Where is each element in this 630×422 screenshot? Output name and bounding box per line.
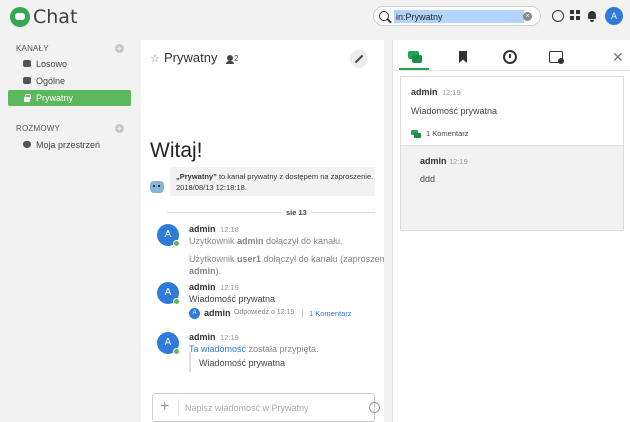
sidebar-item-losowo[interactable]: Losowo <box>8 56 131 72</box>
room-intro-message: „Prywatny” to kanał prywatny z dostępem … <box>170 167 375 196</box>
thread-comments-link[interactable]: 1 Komentarz <box>309 309 352 318</box>
thread-username[interactable]: admin <box>411 87 438 97</box>
thread-avatar: A <box>189 308 200 319</box>
chat-main: ☆ Prywatny 2 Witaj! „Prywatny” to kanał … <box>141 40 384 422</box>
add-conversation-icon[interactable]: + <box>115 124 124 133</box>
room-title: Prywatny <box>164 50 218 65</box>
notifications-bell-icon[interactable] <box>586 10 598 22</box>
intro-text: to kanał prywatny z dostępem na zaprosze… <box>218 172 375 181</box>
sys-username: admin <box>237 236 264 246</box>
bot-avatar-icon <box>150 181 164 193</box>
message-username[interactable]: admin <box>189 224 216 234</box>
sys-username: user1 <box>237 254 262 264</box>
day-divider-label: sie 13 <box>282 208 311 217</box>
room-settings-wrench-icon[interactable] <box>350 50 368 68</box>
sidebar-item-label: Moja przestrzeń <box>36 140 101 150</box>
app-title: Chat <box>33 6 78 28</box>
sys-text: ). <box>215 266 222 276</box>
emoji-icon[interactable] <box>369 402 380 413</box>
system-message: Użytkownik user1 dołączył do kanału (zap… <box>189 253 384 277</box>
thread-card: admin 12:19 Wiadomość prywatna 1 Komenta… <box>400 76 624 231</box>
search-input[interactable] <box>394 10 524 23</box>
intro-date: 2018/08/13 12:18:18. <box>176 183 247 192</box>
tab-bookmark-icon[interactable] <box>456 50 470 64</box>
intro-room-name: „Prywatny” <box>176 172 217 181</box>
sidebar-item-label: Losowo <box>36 59 68 69</box>
chat-icon <box>23 77 31 84</box>
message-composer: + <box>152 393 380 422</box>
sidebar-item-moja-przestrzen[interactable]: Moja przestrzeń <box>8 137 131 153</box>
conversations-section-title: ROZMOWY <box>16 124 61 133</box>
reply-text: ddd <box>420 174 436 184</box>
reply-time: 12:19 <box>449 157 468 166</box>
clear-search-icon[interactable]: × <box>523 12 532 21</box>
message-time: 12:18 <box>220 225 239 234</box>
sidebar-item-ogolne[interactable]: Ogólne <box>8 73 131 89</box>
tab-threads-messages-icon[interactable] <box>408 50 422 64</box>
online-status-dot <box>173 348 180 355</box>
message-time: 12:19 <box>220 283 239 292</box>
system-message: Użytkownik admin dołączył do kanału. <box>189 236 343 246</box>
avatar-letter: A <box>164 337 172 348</box>
add-attachment-icon[interactable]: + <box>160 398 169 416</box>
sidebar-item-label: Prywatny <box>36 93 74 103</box>
channels-section-title: KANAŁY <box>16 44 49 53</box>
message-username[interactable]: admin <box>189 332 216 342</box>
avatar-letter: A <box>164 287 172 298</box>
panel-divider <box>393 70 630 71</box>
sys-text: Użytkownik <box>189 254 238 264</box>
message-avatar[interactable]: A <box>157 332 180 355</box>
lock-icon <box>23 94 31 102</box>
sidebar-item-label: Ogólne <box>36 76 66 86</box>
search-icon <box>379 11 389 21</box>
tab-discussion-icon[interactable] <box>549 50 564 64</box>
sys-text: dołączył do kanału (zaproszenie <box>261 254 384 264</box>
sys-text: Użytkownik <box>189 236 238 246</box>
tab-clock-icon[interactable] <box>503 50 517 64</box>
thread-reply: admin 12:19 ddd <box>401 145 623 230</box>
check-circle-icon[interactable] <box>552 10 564 22</box>
chat-icon <box>23 60 31 67</box>
users-icon[interactable] <box>226 55 234 64</box>
avatar-letter: A <box>164 229 172 240</box>
sidebar-item-prywatny[interactable]: Prywatny <box>8 90 131 106</box>
top-bar: Chat × A <box>0 0 630 34</box>
message-avatar[interactable]: A <box>157 282 180 305</box>
main-scrollbar[interactable] <box>384 40 392 422</box>
reply-username[interactable]: admin <box>420 156 447 166</box>
room-users-count[interactable]: 2 <box>234 54 238 63</box>
thread-username: admin <box>204 308 231 318</box>
heart-icon <box>23 141 31 148</box>
message-input[interactable] <box>185 400 365 416</box>
thread-panel: ✕ admin 12:19 Wiadomość prywatna 1 Komen… <box>392 40 630 422</box>
add-channel-icon[interactable]: + <box>115 44 124 53</box>
thread-reply-time: Odpowiedź o 12:19 <box>234 309 295 316</box>
user-avatar[interactable]: A <box>605 7 623 25</box>
welcome-heading: Witaj! <box>150 139 203 162</box>
message-time: 12:19 <box>220 333 239 342</box>
sys-text: dołączył do kanału. <box>263 236 343 246</box>
search-box[interactable]: × <box>373 6 541 26</box>
message-username[interactable]: admin <box>189 282 216 292</box>
thread-comments-count[interactable]: 1 Komentarz <box>426 129 469 138</box>
online-status-dot <box>173 240 180 247</box>
sys-username: admin <box>189 266 216 276</box>
pinned-quote: Wiadomość prywatna <box>189 352 369 372</box>
composer-separator <box>178 399 179 416</box>
thread-time: 12:19 <box>442 88 461 97</box>
chat-logo-icon <box>10 7 30 27</box>
favorite-star-icon[interactable]: ☆ <box>150 52 160 65</box>
apps-grid-icon[interactable] <box>570 10 582 22</box>
message-avatar[interactable]: A <box>157 224 180 247</box>
sidebar: KANAŁY + Losowo Ogólne Prywatny ROZMOWY … <box>0 34 141 422</box>
thread-message-text: Wiadomość prywatna <box>411 106 498 116</box>
day-divider-line <box>167 212 375 213</box>
comments-icon <box>411 130 421 138</box>
close-panel-icon[interactable]: ✕ <box>612 50 624 64</box>
thread-separator <box>302 309 303 318</box>
online-status-dot <box>173 298 180 305</box>
message-text: Wiadomość prywatna <box>189 294 276 304</box>
